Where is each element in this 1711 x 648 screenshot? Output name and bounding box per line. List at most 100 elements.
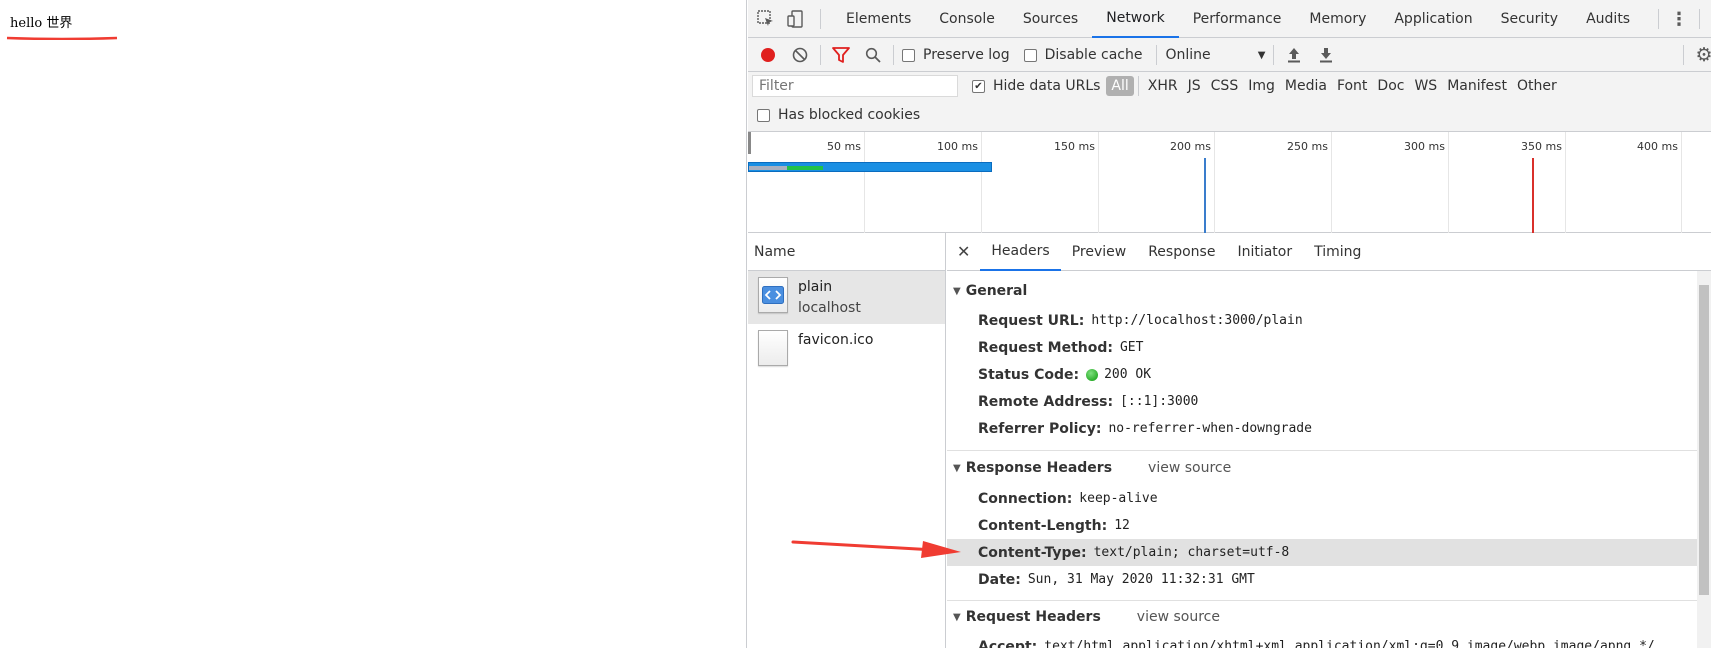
hide-data-urls-checkbox[interactable]: ✔ Hide data URLs — [972, 78, 1100, 94]
view-source-link[interactable]: view source — [1137, 609, 1220, 625]
filter-icon[interactable] — [829, 43, 853, 67]
header-key: Connection: — [978, 490, 1073, 507]
hide-data-urls-box[interactable]: ✔ — [972, 79, 985, 93]
timeline-request-bar — [748, 162, 992, 172]
header-key: Content-Length: — [978, 517, 1108, 534]
header-value: no-referrer-when-downgrade — [1108, 421, 1312, 436]
timeline-tick-label: 300 ms — [1404, 140, 1445, 153]
tab-initiator[interactable]: Initiator — [1226, 233, 1303, 271]
timeline-tick-label: 350 ms — [1521, 140, 1562, 153]
header-value: 200 OK — [1104, 367, 1152, 382]
header-value: 12 — [1114, 518, 1130, 533]
tab-network[interactable]: Network — [1092, 0, 1179, 38]
header-row: Connection: keep-alive — [978, 485, 1158, 512]
tab-security[interactable]: Security — [1487, 0, 1573, 38]
clear-icon[interactable] — [788, 43, 812, 67]
has-blocked-cookies-checkbox[interactable]: Has blocked cookies — [757, 107, 920, 123]
timeline-gridline — [1331, 132, 1332, 233]
filter-type-css[interactable]: CSS — [1206, 76, 1244, 96]
timeline-gridline — [1681, 132, 1682, 233]
request-row-favicon[interactable]: favicon.ico — [748, 324, 945, 377]
tab-console[interactable]: Console — [925, 0, 1009, 38]
disable-cache-label: Disable cache — [1044, 47, 1143, 63]
preserve-log-checkbox[interactable]: Preserve log — [902, 47, 1010, 63]
search-icon[interactable] — [861, 43, 885, 67]
request-domain: localhost — [798, 300, 861, 316]
general-section-toggle[interactable]: ▼ General — [953, 283, 1027, 299]
page-viewport: hello 世界 — [0, 0, 747, 648]
generic-file-icon — [758, 330, 788, 366]
timeline-receiving-segment — [787, 166, 823, 170]
timeline-gridline — [981, 132, 982, 233]
tab-preview[interactable]: Preview — [1061, 233, 1138, 271]
network-timeline-overview[interactable]: 50 ms 100 ms 150 ms 200 ms 250 ms 300 ms… — [748, 132, 1711, 233]
request-detail-panel: ✕ Headers Preview Response Initiator Tim… — [947, 233, 1711, 648]
header-value: Sun, 31 May 2020 11:32:31 GMT — [1027, 572, 1255, 587]
tab-performance[interactable]: Performance — [1179, 0, 1296, 38]
triangle-down-icon: ▼ — [953, 285, 961, 297]
filter-type-font[interactable]: Font — [1332, 76, 1372, 96]
device-toolbar-icon[interactable] — [784, 7, 808, 31]
tab-audits[interactable]: Audits — [1572, 0, 1644, 38]
filter-type-other[interactable]: Other — [1512, 76, 1562, 96]
tab-elements[interactable]: Elements — [832, 0, 925, 38]
throttle-select[interactable]: Online ▼ — [1165, 47, 1265, 63]
filter-type-media[interactable]: Media — [1280, 76, 1332, 96]
tab-headers[interactable]: Headers — [980, 233, 1061, 271]
devtools-main-tabs: Elements Console Sources Network Perform… — [748, 0, 1711, 38]
red-arrow-annotation — [791, 540, 961, 558]
header-value: http://localhost:3000/plain — [1091, 313, 1303, 328]
tab-memory[interactable]: Memory — [1295, 0, 1380, 38]
detail-tabs: ✕ Headers Preview Response Initiator Tim… — [947, 233, 1711, 271]
request-headers-section-toggle[interactable]: ▼ Request Headers view source — [953, 609, 1220, 625]
status-ok-icon — [1086, 368, 1099, 381]
timeline-gridline — [864, 132, 865, 233]
detail-scrollbar-thumb[interactable] — [1699, 285, 1709, 595]
response-headers-title: Response Headers — [965, 460, 1113, 476]
filter-type-xhr[interactable]: XHR — [1143, 76, 1183, 96]
response-headers-section-toggle[interactable]: ▼ Response Headers view source — [953, 460, 1231, 476]
timeline-tick-label: 100 ms — [937, 140, 978, 153]
filter-type-js[interactable]: JS — [1183, 76, 1206, 96]
request-list-header[interactable]: Name — [748, 233, 945, 271]
record-icon[interactable] — [756, 43, 780, 67]
header-row: Referrer Policy: no-referrer-when-downgr… — [978, 415, 1312, 442]
request-name: plain — [798, 279, 833, 295]
request-row-plain[interactable]: plain localhost — [748, 271, 945, 324]
header-value: text/plain; charset=utf-8 — [1093, 545, 1290, 560]
export-har-icon[interactable] — [1314, 43, 1338, 67]
filter-type-manifest[interactable]: Manifest — [1442, 76, 1512, 96]
request-headers-title: Request Headers — [965, 609, 1101, 625]
tab-timing[interactable]: Timing — [1303, 233, 1372, 271]
disable-cache-box[interactable] — [1023, 48, 1037, 62]
tab-response[interactable]: Response — [1137, 233, 1226, 271]
filter-type-doc[interactable]: Doc — [1372, 76, 1409, 96]
load-event-marker — [1532, 158, 1534, 233]
filter-type-all[interactable]: All — [1106, 76, 1134, 96]
tab-sources[interactable]: Sources — [1009, 0, 1092, 38]
import-har-icon[interactable] — [1282, 43, 1306, 67]
view-source-link[interactable]: view source — [1148, 460, 1231, 476]
triangle-down-icon: ▼ — [953, 611, 961, 623]
filter-type-ws[interactable]: WS — [1409, 76, 1442, 96]
inspect-element-icon[interactable] — [754, 7, 778, 31]
timeline-gridline — [1448, 132, 1449, 233]
disable-cache-checkbox[interactable]: Disable cache — [1023, 47, 1143, 63]
header-key: Accept: — [978, 638, 1038, 648]
gear-icon[interactable]: ⚙ — [1692, 43, 1711, 67]
more-options-icon[interactable]: ⋮ — [1667, 7, 1691, 31]
tab-application[interactable]: Application — [1380, 0, 1486, 38]
has-blocked-cookies-box[interactable] — [757, 108, 770, 122]
header-value: [::1]:3000 — [1120, 394, 1199, 409]
filter-input[interactable] — [752, 75, 958, 97]
preserve-log-label: Preserve log — [923, 47, 1010, 63]
header-key: Request Method: — [978, 339, 1113, 356]
close-detail-icon[interactable]: ✕ — [957, 242, 970, 261]
filter-type-img[interactable]: Img — [1243, 76, 1280, 96]
header-row: Remote Address: [::1]:3000 — [978, 388, 1198, 415]
network-toolbar: Preserve log Disable cache Online ▼ ⚙ — [748, 38, 1711, 72]
preserve-log-box[interactable] — [902, 48, 915, 62]
timeline-left-handle[interactable] — [748, 132, 751, 154]
timeline-gridline — [1565, 132, 1566, 233]
timeline-tick-label: 50 ms — [827, 140, 861, 153]
